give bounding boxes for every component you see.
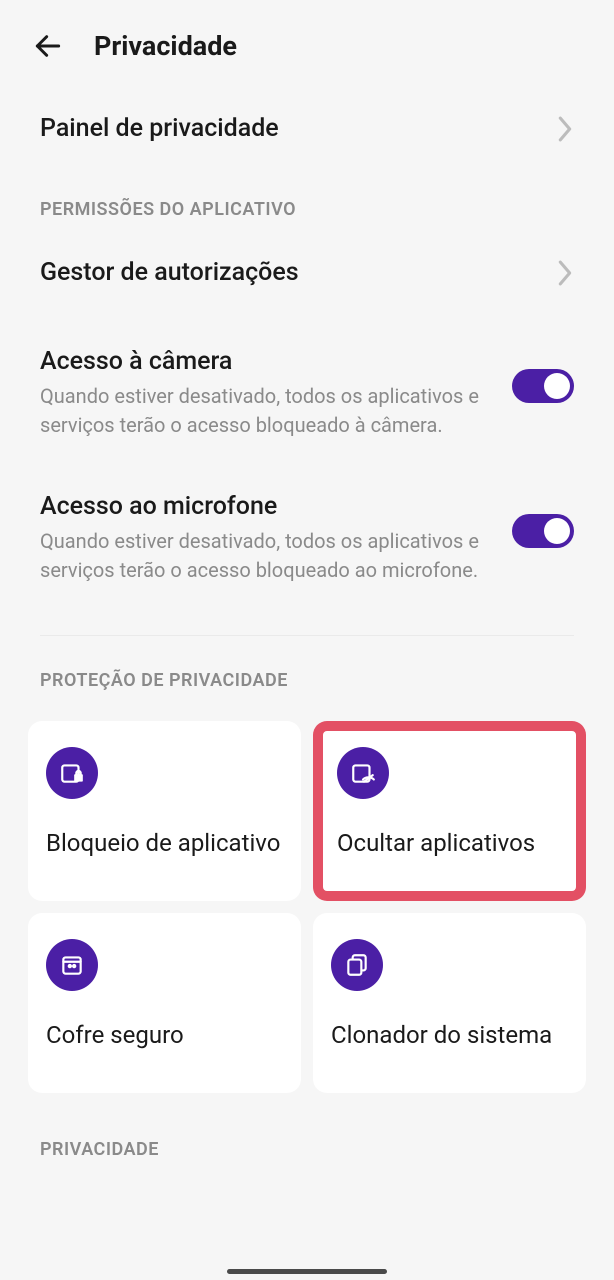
- permissions-section-header: PERMISSÕES DO APLICATIVO: [40, 173, 574, 228]
- camera-access-title: Acesso à câmera: [40, 347, 492, 376]
- microphone-access-title: Acesso ao microfone: [40, 492, 492, 521]
- privacy-dashboard-label: Painel de privacidade: [40, 114, 279, 143]
- protection-section-header: PROTEÇÃO DE PRIVACIDADE: [40, 636, 574, 709]
- camera-access-row[interactable]: Acesso à câmera Quando estiver desativad…: [40, 317, 574, 450]
- auth-manager-row[interactable]: Gestor de autorizações: [40, 228, 574, 317]
- privacy-section-header: PRIVACIDADE: [40, 1105, 574, 1168]
- chevron-right-icon: [556, 115, 574, 143]
- home-indicator[interactable]: [227, 1269, 387, 1274]
- privacy-dashboard-row[interactable]: Painel de privacidade: [40, 84, 574, 173]
- camera-access-text: Acesso à câmera Quando estiver desativad…: [40, 347, 492, 440]
- microphone-access-desc: Quando estiver desativado, todos os apli…: [40, 527, 492, 585]
- arrow-left-icon: [32, 30, 64, 62]
- microphone-access-row[interactable]: Acesso ao microfone Quando estiver desat…: [40, 450, 574, 595]
- cloner-card[interactable]: Clonador do sistema: [313, 913, 586, 1093]
- microphone-access-text: Acesso ao microfone Quando estiver desat…: [40, 492, 492, 585]
- page-title: Privacidade: [94, 30, 237, 62]
- hide-apps-card[interactable]: Ocultar aplicativos: [313, 721, 586, 901]
- hide-apps-label: Ocultar aplicativos: [337, 827, 568, 859]
- app-lock-label: Bloqueio de aplicativo: [46, 827, 283, 859]
- chevron-right-icon: [556, 259, 574, 287]
- header: Privacidade: [0, 0, 614, 84]
- auth-manager-label: Gestor de autorizações: [40, 258, 299, 287]
- app-lock-card[interactable]: Bloqueio de aplicativo: [28, 721, 301, 901]
- cloner-label: Clonador do sistema: [331, 1019, 568, 1051]
- content: Painel de privacidade PERMISSÕES DO APLI…: [0, 84, 614, 709]
- app-lock-icon: [46, 747, 98, 799]
- cloner-icon: [331, 939, 383, 991]
- microphone-toggle[interactable]: [512, 514, 574, 548]
- protection-card-grid: Bloqueio de aplicativo Ocultar aplicativ…: [28, 709, 586, 1105]
- safe-card[interactable]: Cofre seguro: [28, 913, 301, 1093]
- camera-toggle[interactable]: [512, 369, 574, 403]
- hide-apps-icon: [337, 747, 389, 799]
- back-button[interactable]: [30, 28, 66, 64]
- safe-icon: [46, 939, 98, 991]
- safe-label: Cofre seguro: [46, 1019, 283, 1051]
- camera-access-desc: Quando estiver desativado, todos os apli…: [40, 382, 492, 440]
